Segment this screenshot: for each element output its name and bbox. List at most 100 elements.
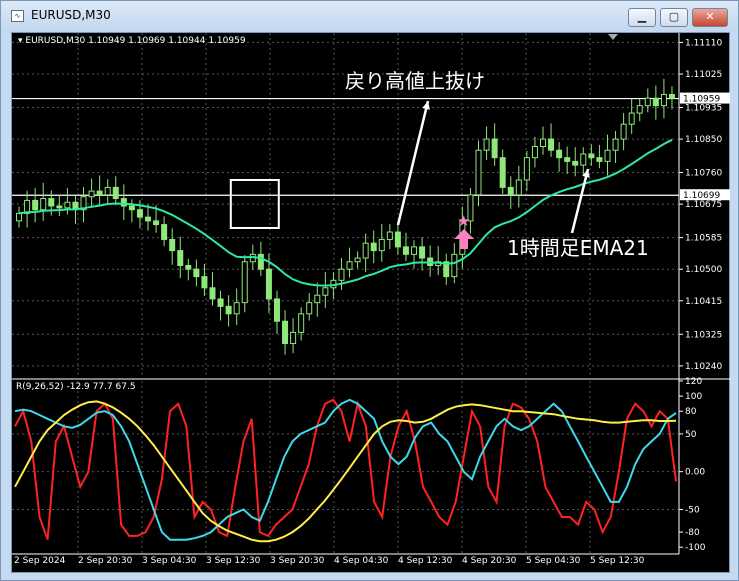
close-button[interactable]: ✕ [692,8,728,27]
window-title: EURUSD,M30 [31,8,111,22]
candle-body [241,261,248,304]
candle-body [273,298,280,322]
candle-body [386,231,393,240]
indicator-tick-label: -100 [685,543,706,553]
y-tick-label: 1.10240 [685,362,722,372]
x-tick-label: 2 Sep 20:30 [78,556,133,566]
annotation-high-break: 戻り高値上抜け [345,69,485,93]
candle-body [145,216,152,222]
candle-body [225,305,232,315]
chart-window: ∿ EURUSD,M30 ▁ ▢ ✕ 2 Sep 2024 2 Sep 20:30… [0,0,739,581]
candle-body [161,224,168,240]
candle-body [128,205,135,211]
candle-body [193,268,200,278]
x-tick-label: 2 Sep 2024 [14,556,66,566]
candle-body [177,250,184,266]
y-tick-label: 1.10760 [685,169,722,179]
candle-body [604,149,611,162]
close-icon: ✕ [705,10,715,23]
indicator-tick-label: -50 [685,505,700,515]
x-tick-label: 5 Sep 04:30 [526,556,581,566]
candle-body [314,294,321,304]
arrow-ema [570,168,590,234]
candle-body [378,238,385,252]
up-arrow-marker-icon [454,229,474,249]
star-marker-icon: ★ [457,212,470,230]
candle-body [265,268,272,300]
candle-body [201,276,208,289]
candle-body [548,138,555,151]
candle-body [370,242,377,252]
candle-body [56,205,63,209]
title-bar[interactable]: ∿ EURUSD,M30 ▁ ▢ ✕ [1,1,738,31]
x-tick-label: 3 Sep 12:30 [206,556,261,566]
candle-body [306,302,313,315]
candle-body [475,149,482,196]
candle-body [644,97,651,107]
candle-body [523,157,530,181]
candle-body [48,198,55,207]
candle-body [483,138,490,151]
candle-body [136,209,143,218]
y-tick-label: 1.10585 [685,234,722,244]
minimize-icon: ▁ [637,10,647,23]
candle-body [362,242,369,259]
candle-body [652,97,659,107]
price-tag-label: 1.10699 [683,191,720,201]
candle-body [338,268,345,281]
candle-body [556,149,563,159]
mt4-chart-icon: ∿ [11,10,24,22]
price-chart[interactable]: 2 Sep 2024 2 Sep 20:30 3 Sep 04:30 3 Sep 12… [12,33,731,574]
candle-body [354,257,361,263]
x-tick-label: 3 Sep 20:30 [270,556,325,566]
candle-body [169,238,176,252]
x-tick-label: 3 Sep 04:30 [142,556,197,566]
candle-body [564,157,571,162]
chart-info: ▾ EURUSD,M30 1.10949 1.10969 1.10944 1.1… [18,36,246,46]
y-tick-label: 1.10675 [685,200,722,210]
candle-body [507,186,514,196]
maximize-icon: ▢ [668,10,680,23]
candle-body [120,198,127,207]
candle-body [612,138,619,151]
y-tick-label: 1.10850 [685,135,722,145]
candle-body [64,201,71,209]
indicator-tick-label: -80 [685,528,700,538]
y-tick-label: 1.10415 [685,297,722,307]
candle-body [596,157,603,162]
arrow-high-break [396,100,430,226]
candle-body [112,186,119,200]
candle-body [515,179,522,196]
candle-body [185,264,192,270]
shift-marker-icon [608,34,618,40]
candle-body [282,320,289,345]
candle-body [572,160,579,166]
candle-body [96,190,103,196]
candle-body [217,298,224,307]
indicator-tick-label: 120 [685,377,702,387]
candle-body [451,253,458,278]
candle-body [209,287,216,300]
candle-body [411,246,418,255]
candle-body [531,146,538,159]
candle-body [491,138,498,159]
maximize-button[interactable]: ▢ [660,8,688,27]
x-tick-label: 5 Sep 12:30 [590,556,645,566]
minimize-button[interactable]: ▁ [628,8,656,27]
candle-body [290,331,297,345]
candle-body [636,105,643,114]
chart-area[interactable]: 2 Sep 2024 2 Sep 20:30 3 Sep 04:30 3 Sep 12… [11,32,731,574]
candle-body [660,93,667,107]
candle-body [580,153,587,166]
candle-body [104,186,111,196]
indicator-info: R(9,26,52) -12.9 77.7 67.5 [16,382,136,392]
indicator-series-line [14,398,677,541]
candle-body [322,287,329,296]
candle-body [499,157,506,188]
indicator-tick-label: 0.00 [685,468,705,478]
y-tick-label: 1.10325 [685,330,722,340]
indicator-tick-label: 80 [685,407,697,417]
candle-body [233,302,240,315]
candle-body [402,246,409,255]
candle-body [40,198,47,211]
